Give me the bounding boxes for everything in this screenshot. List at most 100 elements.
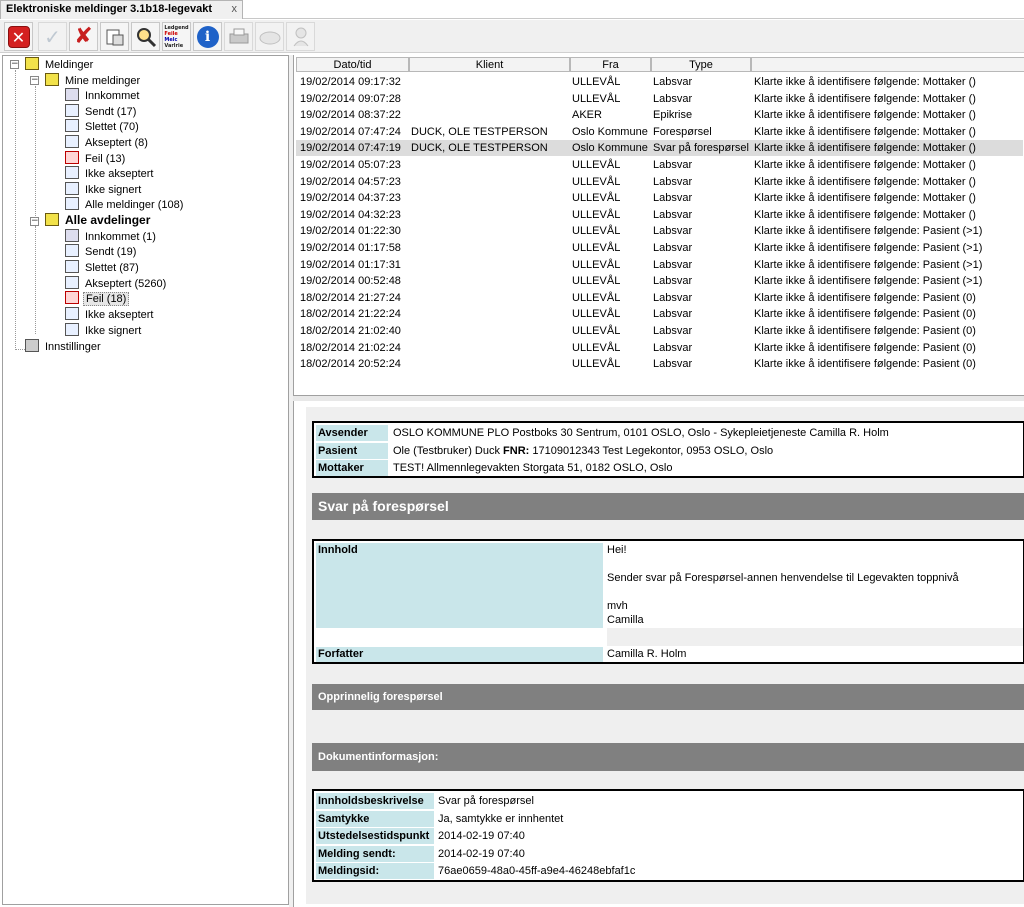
tree-item-meldinger[interactable]: Meldinger: [25, 57, 95, 73]
tree-item-all-sendt[interactable]: Sendt (19): [65, 244, 138, 260]
trash-icon: [65, 260, 79, 273]
innhold-line: mvh: [607, 600, 628, 612]
tree-label: Feil (13): [85, 153, 126, 165]
tree-label: Alle avdelinger: [65, 213, 151, 227]
tree-item-mine-innkommet[interactable]: Innkommet: [65, 88, 141, 104]
section-title-opprinnelig[interactable]: Opprinnelig forespørsel: [312, 684, 1024, 710]
close-app-button[interactable]: ✕: [4, 22, 33, 51]
cell-klient: DUCK, OLE TESTPERSON: [411, 125, 548, 138]
tree-item-all-akseptert[interactable]: Akseptert (5260): [65, 276, 168, 292]
not-accepted-icon: [65, 166, 79, 179]
tree-item-mine-sendt[interactable]: Sendt (17): [65, 104, 138, 120]
search-button[interactable]: [131, 22, 160, 51]
dokinfo-label: Meldingsid:: [316, 863, 434, 880]
sent-icon: [65, 244, 79, 257]
tree-item-all-ikke-signert[interactable]: Ikke signert: [65, 323, 143, 339]
dokinfo-label: Innholdsbeskrivelse: [316, 793, 434, 809]
table-row[interactable]: 19/02/2014 01:17:31 ULLEVÅL Labsvar Klarte …: [296, 257, 1023, 273]
tree-item-mine-meldinger[interactable]: Mine meldinger: [45, 73, 142, 89]
close-red-icon: ✕: [7, 25, 30, 48]
cell-message: Klarte ikke å identifisere følgende: Pas…: [754, 308, 976, 321]
cell-message: Klarte ikke å identifisere følgende: Mot…: [754, 92, 976, 105]
tree-item-mine-ikke-signert[interactable]: Ikke signert: [65, 182, 143, 198]
table-row[interactable]: 18/02/2014 21:27:24 ULLEVÅL Labsvar Klarte …: [296, 290, 1023, 306]
approve-button[interactable]: ✓: [38, 22, 67, 51]
table-row[interactable]: 19/02/2014 08:37:22 AKER Epikrise Klarte ik…: [296, 107, 1023, 123]
cell-datetime: 19/02/2014 01:17:58: [300, 242, 401, 254]
tree-item-innstillinger[interactable]: Innstillinger: [25, 339, 103, 355]
info-button[interactable]: i: [193, 22, 222, 51]
cell-datetime: 19/02/2014 04:57:23: [300, 175, 401, 188]
sign-button[interactable]: [255, 22, 284, 51]
cell-message: Klarte ikke å identifisere følgende: Mot…: [754, 192, 976, 205]
tree-label: Slettet (87): [85, 262, 139, 274]
dokinfo-label: Samtykke: [316, 810, 434, 827]
expander-meldinger[interactable]: −: [10, 60, 19, 69]
legend-icon: Ledgend Feile Melc Varlrie: [164, 25, 188, 49]
table-row[interactable]: 19/02/2014 05:07:23 ULLEVÅL Labsvar Klarte …: [296, 157, 1023, 173]
list-header: Dato/tid Klient Fra Type: [294, 57, 1024, 72]
table-row[interactable]: 19/02/2014 09:07:28 ULLEVÅL Labsvar Klarte …: [296, 91, 1023, 107]
table-row[interactable]: 19/02/2014 01:17:58 ULLEVÅL Labsvar Klarte …: [296, 240, 1023, 256]
cell-datetime: 19/02/2014 09:07:28: [300, 92, 401, 105]
not-signed-icon: [65, 323, 79, 336]
column-header-klient[interactable]: Klient: [409, 57, 570, 72]
tree-item-alle-avdelinger[interactable]: Alle avdelinger: [45, 213, 152, 229]
table-row[interactable]: 18/02/2014 21:02:24 ULLEVÅL Labsvar Klarte …: [296, 340, 1023, 356]
table-row[interactable]: 19/02/2014 04:32:23 ULLEVÅL Labsvar Klarte …: [296, 207, 1023, 223]
print-button[interactable]: [224, 22, 253, 51]
tree-label: Meldinger: [45, 59, 94, 71]
tree-item-all-slettet[interactable]: Slettet (87): [65, 260, 141, 276]
dokinfo-value: 2014-02-19 07:40: [438, 830, 525, 843]
column-header-dato-tid[interactable]: Dato/tid: [296, 57, 409, 72]
user-search-icon: [293, 27, 308, 46]
reject-button[interactable]: ✘: [69, 22, 98, 51]
table-row[interactable]: 19/02/2014 04:57:23 ULLEVÅL Labsvar Klarte …: [296, 174, 1023, 190]
tree-item-mine-alle[interactable]: Alle meldinger (108): [65, 197, 185, 213]
save-button[interactable]: [100, 22, 129, 51]
toolbar: ✕ ✓ ✘ Ledgend Feile Melc Varlrie i: [0, 20, 1024, 53]
tab-close-icon[interactable]: x: [232, 1, 238, 18]
mottaker-value: TEST! Allmennlegevakten Storgata 51, 018…: [393, 462, 673, 474]
table-row[interactable]: 19/02/2014 01:22:30 ULLEVÅL Labsvar Klarte …: [296, 223, 1023, 239]
cell-fra: ULLEVÅL: [572, 92, 621, 105]
expander-alle-avdelinger[interactable]: −: [30, 217, 39, 226]
table-row[interactable]: 19/02/2014 07:47:19 DUCK, OLE TESTPERSON O…: [296, 140, 1023, 157]
table-row[interactable]: 19/02/2014 07:47:24 DUCK, OLE TESTPERSON O…: [296, 124, 1023, 140]
table-row[interactable]: 19/02/2014 00:52:48 ULLEVÅL Labsvar Klarte …: [296, 273, 1023, 289]
dokinfo-label: Melding sendt:: [316, 845, 434, 862]
tab-elektroniske-meldinger[interactable]: Elektroniske meldinger 3.1b18-legevakt x: [0, 0, 243, 19]
legend-button[interactable]: Ledgend Feile Melc Varlrie: [162, 22, 191, 51]
column-header-message[interactable]: [751, 57, 1024, 72]
tab-title: Elektroniske meldinger 3.1b18-legevakt: [6, 3, 213, 15]
folder-icon: [45, 73, 59, 86]
user-button[interactable]: [286, 22, 315, 51]
expander-mine-meldinger[interactable]: −: [30, 76, 39, 85]
column-header-type[interactable]: Type: [651, 57, 751, 72]
cell-fra: ULLEVÅL: [572, 275, 621, 288]
tree-item-mine-slettet[interactable]: Slettet (70): [65, 119, 141, 135]
table-row[interactable]: 18/02/2014 21:02:40 ULLEVÅL Labsvar Klarte …: [296, 323, 1023, 339]
column-header-fra[interactable]: Fra: [570, 57, 651, 72]
table-row[interactable]: 18/02/2014 20:52:24 ULLEVÅL Labsvar Klarte …: [296, 356, 1023, 372]
tree-item-all-ikke-akseptert[interactable]: Ikke akseptert: [65, 307, 155, 323]
accepted-icon: [65, 135, 79, 148]
cell-message: Klarte ikke å identifisere følgende: Pas…: [754, 341, 976, 354]
table-row[interactable]: 19/02/2014 09:17:32 ULLEVÅL Labsvar Klarte …: [296, 74, 1023, 90]
tree-item-all-innkommet[interactable]: Innkommet (1): [65, 229, 158, 245]
table-row[interactable]: 19/02/2014 04:37:23 ULLEVÅL Labsvar Klarte …: [296, 190, 1023, 206]
innhold-label: Innhold: [316, 543, 603, 628]
cell-fra: ULLEVÅL: [572, 291, 621, 304]
error-icon: [65, 151, 79, 164]
tree-item-all-feil[interactable]: Feil (18): [65, 291, 130, 307]
cell-datetime: 19/02/2014 04:32:23: [300, 208, 401, 221]
cell-fra: ULLEVÅL: [572, 341, 621, 354]
tree-item-mine-feil[interactable]: Feil (13): [65, 151, 127, 167]
table-row[interactable]: 18/02/2014 21:22:24 ULLEVÅL Labsvar Klarte …: [296, 306, 1023, 322]
tree-item-mine-akseptert[interactable]: Akseptert (8): [65, 135, 150, 151]
tree-item-mine-ikke-akseptert[interactable]: Ikke akseptert: [65, 166, 155, 182]
check-icon: ✓: [44, 24, 61, 49]
cell-datetime: 19/02/2014 04:37:23: [300, 192, 401, 205]
cell-fra: ULLEVÅL: [572, 225, 621, 238]
tree-label: Slettet (70): [85, 121, 139, 133]
